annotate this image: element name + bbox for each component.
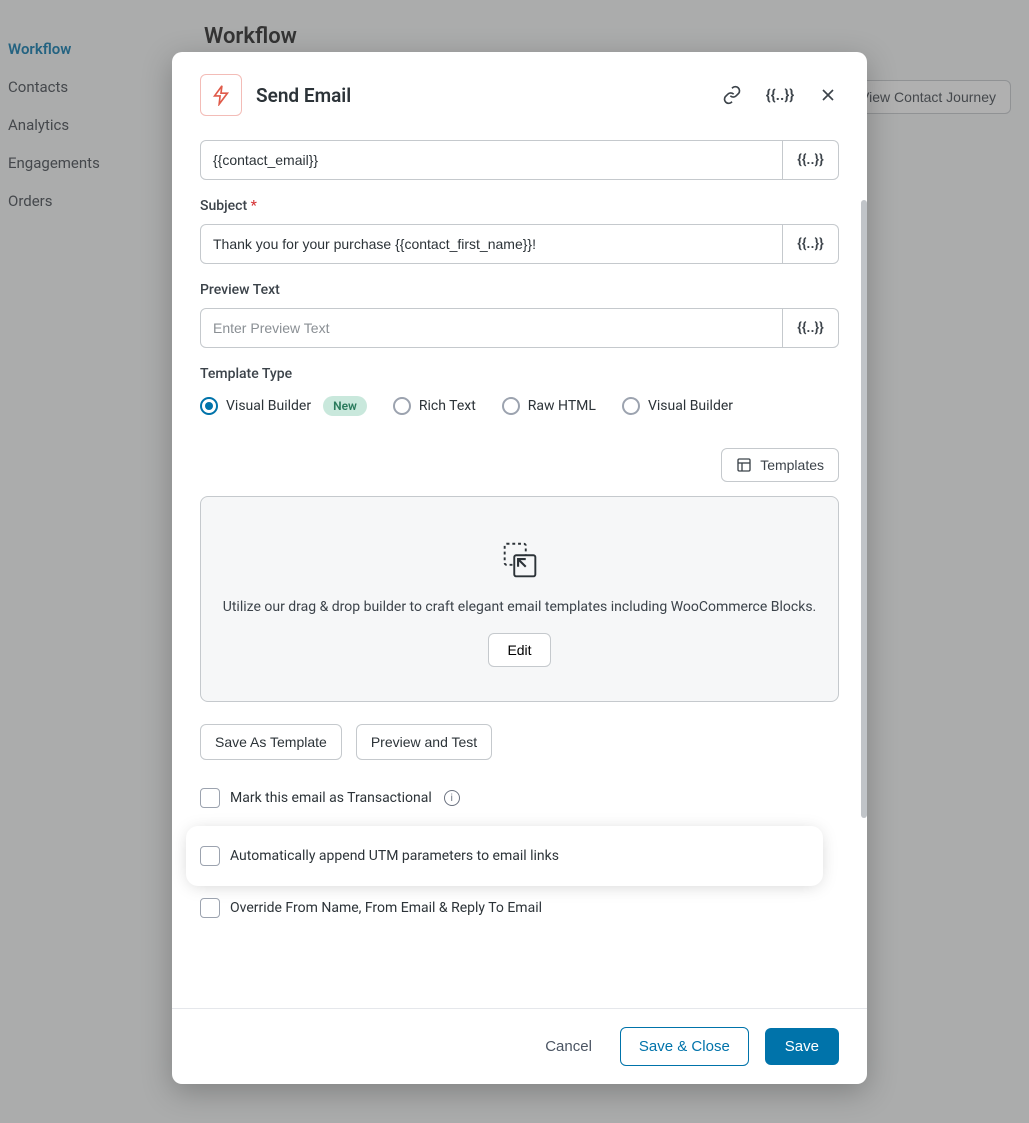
radio-visual-builder[interactable]: Visual Builder	[622, 397, 733, 415]
scrollbar-thumb[interactable]	[861, 200, 867, 818]
preview-text-input[interactable]	[200, 308, 783, 348]
override-label: Override From Name, From Email & Reply T…	[230, 900, 542, 916]
template-type-radios: Visual Builder New Rich Text Raw HTML Vi…	[200, 396, 839, 416]
radio-rich-text[interactable]: Rich Text	[393, 397, 476, 415]
scrollbar[interactable]	[859, 200, 867, 1050]
modal-title: Send Email	[256, 84, 351, 107]
transactional-label: Mark this email as Transactional	[230, 790, 432, 806]
save-as-template-button[interactable]: Save As Template	[200, 724, 342, 760]
modal-footer: Cancel Save & Close Save	[172, 1008, 867, 1084]
utm-checkbox-row: Automatically append UTM parameters to e…	[190, 830, 819, 882]
templates-button[interactable]: Templates	[721, 448, 839, 482]
modal-body: {{..}} Subject * {{..}} Preview Text {{.…	[172, 128, 867, 1008]
radio-visual-builder-new[interactable]: Visual Builder New	[200, 396, 367, 416]
save-button[interactable]: Save	[765, 1028, 839, 1065]
subject-input[interactable]	[200, 224, 783, 264]
link-icon[interactable]	[721, 84, 743, 106]
drag-drop-icon	[496, 537, 544, 585]
preview-text-label: Preview Text	[200, 282, 839, 298]
utm-checkbox[interactable]	[200, 846, 220, 866]
utm-label: Automatically append UTM parameters to e…	[230, 848, 559, 864]
override-checkbox[interactable]	[200, 898, 220, 918]
template-type-label: Template Type	[200, 366, 839, 382]
subject-merge-button[interactable]: {{..}}	[783, 224, 839, 264]
transactional-checkbox-row: Mark this email as Transactional i	[200, 782, 839, 814]
transactional-checkbox[interactable]	[200, 788, 220, 808]
builder-description: Utilize our drag & drop builder to craft…	[221, 599, 818, 615]
builder-placeholder: Utilize our drag & drop builder to craft…	[200, 496, 839, 702]
override-checkbox-row: Override From Name, From Email & Reply T…	[200, 892, 839, 924]
preview-merge-button[interactable]: {{..}}	[783, 308, 839, 348]
close-icon[interactable]	[817, 84, 839, 106]
save-and-close-button[interactable]: Save & Close	[620, 1027, 749, 1066]
edit-button[interactable]: Edit	[488, 633, 550, 667]
templates-icon	[736, 457, 752, 473]
modal-header: Send Email {{..}}	[172, 52, 867, 128]
radio-raw-html[interactable]: Raw HTML	[502, 397, 596, 415]
bolt-icon	[200, 74, 242, 116]
new-badge: New	[323, 396, 367, 416]
to-input[interactable]	[200, 140, 783, 180]
merge-tag-icon[interactable]: {{..}}	[769, 84, 791, 106]
to-merge-button[interactable]: {{..}}	[783, 140, 839, 180]
preview-and-test-button[interactable]: Preview and Test	[356, 724, 492, 760]
cancel-button[interactable]: Cancel	[533, 1030, 604, 1063]
subject-label: Subject *	[200, 198, 839, 214]
send-email-modal: Send Email {{..}} {{..}} Subject * {{..}…	[172, 52, 867, 1084]
info-icon[interactable]: i	[444, 790, 460, 806]
